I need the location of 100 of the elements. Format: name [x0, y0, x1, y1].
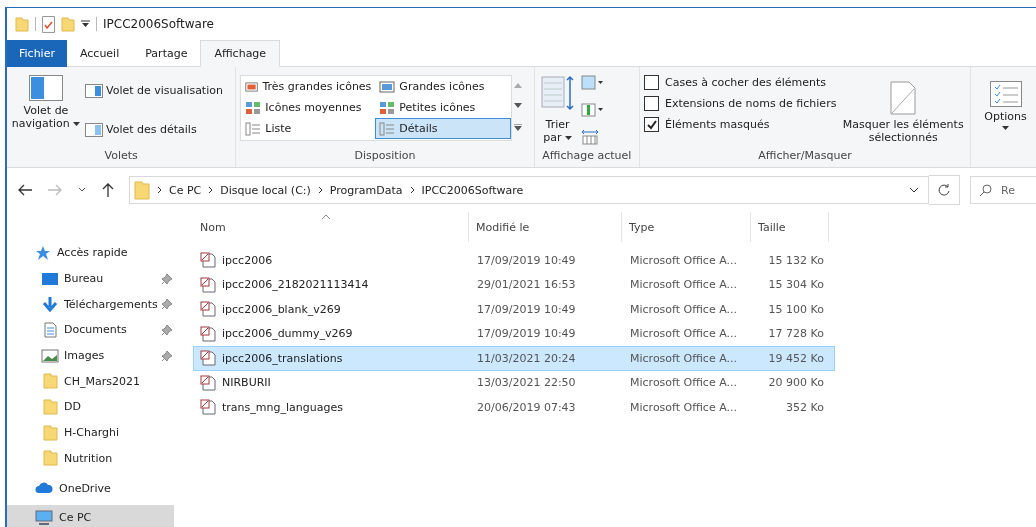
chevron-down-icon[interactable]: [77, 186, 87, 194]
navigation-pane-icon: [29, 75, 63, 101]
folder-icon: [134, 180, 150, 200]
file-row[interactable]: ipcc2006_dummy_v269 17/09/2019 10:49 Microsoft Office A... 17 728 Ko: [193, 321, 835, 346]
layout-option[interactable]: Détails: [375, 118, 512, 139]
checkbox-label: Cases à cocher des éléments: [665, 76, 827, 89]
cloud-icon: [35, 482, 53, 495]
date-cell-text: 17/09/2019 10:49: [476, 253, 577, 267]
fit-columns-icon[interactable]: [580, 128, 599, 145]
group-by-icon[interactable]: [580, 75, 603, 92]
checkbox[interactable]: [644, 117, 659, 132]
breadcrumb[interactable]: Disque local (C:): [220, 183, 311, 197]
small-icons-icon: [379, 100, 396, 115]
date-cell-text: 20/06/2019 07:43: [476, 400, 577, 414]
file-row[interactable]: ipcc2006_translations 11/03/2021 20:24 Microsoft Office A... 19 452 Ko: [193, 346, 835, 371]
date-cell-text: 17/09/2019 10:49: [476, 302, 577, 316]
breadcrumb[interactable]: Ce PC: [169, 183, 202, 197]
column-header[interactable]: Modifié le: [469, 212, 622, 242]
options-button[interactable]: Options: [975, 71, 1036, 134]
group-label: Affichage actuel: [541, 149, 633, 164]
large-icons-icon: [379, 79, 396, 94]
column-header[interactable]: Nom: [193, 212, 469, 242]
file-name: ipcc2006_2182021113414: [194, 276, 470, 293]
checkbox[interactable]: [644, 75, 659, 90]
checklist-icon[interactable]: [42, 15, 55, 33]
dropdown-icon[interactable]: [81, 20, 90, 28]
address-bar[interactable]: Ce PC Disque local (C:) ProgramData IPCC2006Software: [129, 176, 929, 204]
chevron-right-icon[interactable]: [208, 186, 214, 194]
file-row[interactable]: NIRBURII 13/03/2021 22:50 Microsoft Office A... 20 900 Ko: [193, 370, 835, 395]
column-header[interactable]: Type: [622, 212, 751, 242]
sidebar-item[interactable]: Documents: [7, 317, 174, 343]
scroll-down-icon[interactable]: [514, 103, 523, 109]
options-checklist-icon: [989, 81, 1022, 107]
access-file-icon: [199, 325, 217, 342]
chevron-down-icon[interactable]: [908, 186, 920, 194]
date-cell-text: 11/03/2021 20:24: [476, 351, 577, 365]
file-row[interactable]: ipcc2006_2182021113414 29/01/2021 16:53 Microsoft Office A... 15 304 Ko: [193, 272, 835, 297]
hide-selected-button[interactable]: Masquer les éléments sélectionnés: [840, 71, 966, 149]
pane-button[interactable]: Volet de visualisation: [85, 83, 223, 98]
file-row[interactable]: ipcc2006 17/09/2019 10:49 Microsoft Office A... 15 132 Ko: [193, 248, 835, 273]
star-icon: [35, 244, 51, 261]
sidebar-item[interactable]: Bureau: [7, 265, 174, 292]
file-row[interactable]: ipcc2006_blank_v269 17/09/2019 10:49 Microsoft Office A... 15 100 Ko: [193, 297, 835, 322]
file-name: NIRBURII: [194, 374, 470, 391]
expand-gallery-icon[interactable]: [514, 124, 523, 132]
file-name: ipcc2006: [194, 252, 470, 269]
pin-icon[interactable]: [161, 298, 173, 311]
layout-option[interactable]: Petites icônes: [375, 97, 512, 118]
ribbon-tab[interactable]: Partage: [132, 40, 201, 67]
breadcrumb[interactable]: ProgramData: [329, 183, 403, 197]
layout-option[interactable]: Icônes moyennes: [241, 97, 376, 118]
type-cell-text: Microsoft Office A...: [629, 253, 738, 267]
back-icon[interactable]: [17, 183, 33, 197]
sidebar-item[interactable]: Ce PC: [7, 504, 174, 527]
sidebar-item[interactable]: OneDrive: [7, 475, 174, 501]
size-cell-text: 19 452 Ko: [767, 351, 825, 365]
layout-option[interactable]: Grandes icônes: [375, 76, 512, 97]
computer-icon: [35, 509, 53, 526]
ribbon-tab[interactable]: Fichier: [7, 40, 67, 67]
ribbon-tab[interactable]: Affichage: [200, 40, 281, 67]
refresh-icon[interactable]: [937, 183, 951, 197]
chevron-right-icon[interactable]: [409, 186, 415, 194]
sidebar-item[interactable]: Téléchargements: [7, 291, 174, 318]
document-icon: [41, 321, 59, 338]
pane-button[interactable]: Volet des détails: [85, 122, 223, 137]
access-file-icon: [199, 374, 217, 391]
sort-button[interactable]: Trier par: [538, 71, 577, 149]
sidebar-item[interactable]: Nutrition: [7, 445, 174, 472]
pin-icon[interactable]: [161, 272, 173, 285]
window-title: IPCC2006Software: [103, 17, 214, 31]
layout-option[interactable]: Liste: [241, 118, 376, 139]
chevron-right-icon[interactable]: [157, 186, 162, 194]
sidebar-item[interactable]: H-Charghi: [7, 419, 174, 446]
folder-icon: [41, 398, 59, 415]
layout-option[interactable]: Très grandes icônes: [241, 76, 376, 97]
pin-icon[interactable]: [161, 323, 173, 336]
sidebar-item[interactable]: CH_Mars2021: [7, 368, 174, 395]
details-pane-icon: [85, 122, 103, 137]
folder-icon: [41, 373, 59, 390]
sidebar-item[interactable]: Images: [7, 342, 174, 369]
access-file-icon: [199, 301, 217, 318]
breadcrumb[interactable]: IPCC2006Software: [421, 183, 524, 197]
sidebar-item[interactable]: Accès rapide: [7, 240, 174, 266]
file-name: ipcc2006_translations: [194, 350, 470, 367]
caret-icon: [1002, 126, 1009, 130]
navigation-pane-button[interactable]: Volet de navigation: [11, 71, 81, 149]
chevron-right-icon[interactable]: [317, 186, 323, 194]
column-header[interactable]: Taille: [751, 212, 829, 242]
sidebar-item[interactable]: DD: [7, 394, 174, 420]
up-icon[interactable]: [101, 182, 115, 198]
checkbox[interactable]: [644, 96, 659, 111]
ribbon-tab[interactable]: Accueil: [66, 40, 133, 67]
date-cell-text: 29/01/2021 16:53: [476, 278, 577, 292]
add-columns-icon[interactable]: [580, 102, 603, 118]
access-file-icon: [199, 350, 217, 367]
file-row[interactable]: trans_mng_languages 20/06/2019 07:43 Microsoft Office A... 352 Ko: [193, 395, 835, 420]
type-cell-text: Microsoft Office A...: [629, 302, 738, 316]
access-file-icon: [199, 252, 217, 269]
pin-icon[interactable]: [161, 349, 173, 362]
search-field[interactable]: Re: [970, 176, 1036, 204]
